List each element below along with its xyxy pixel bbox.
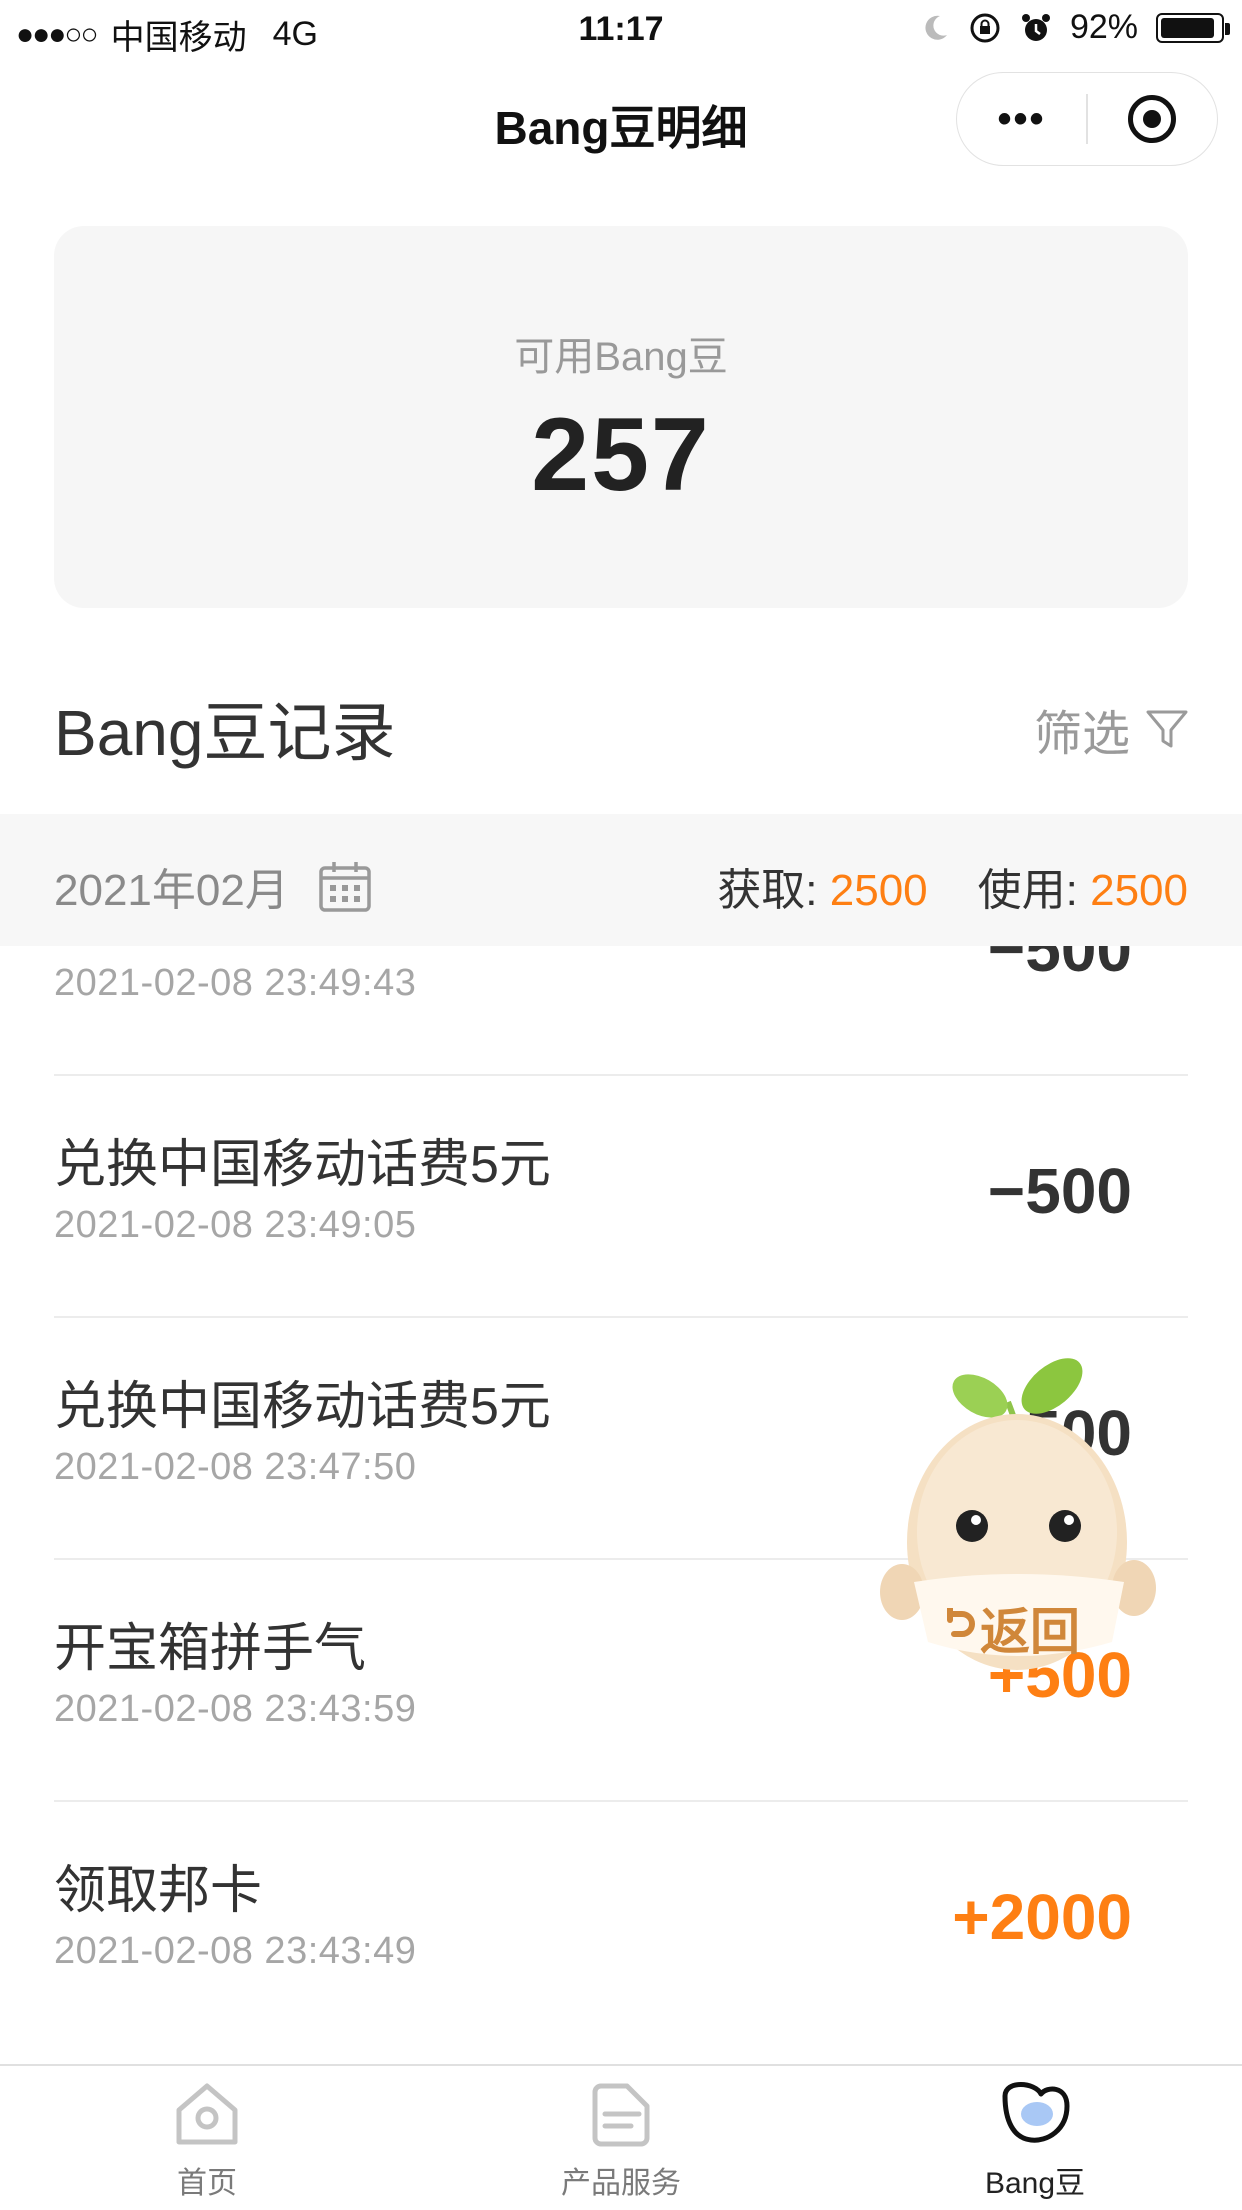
- month-picker[interactable]: 2021年02月: [54, 854, 373, 918]
- record-amount: +2000: [952, 1881, 1132, 1953]
- used-label: 使用:: [977, 866, 1091, 915]
- back-text: 返回: [980, 1604, 1080, 1660]
- status-bar: ●●●○○ 中国移动 4G 11:17 92%: [0, 0, 1242, 62]
- status-right: 92%: [920, 8, 1230, 47]
- month-totals: 获取: 2500 使用: 2500: [717, 854, 1188, 918]
- battery-percent: 92%: [1069, 8, 1138, 46]
- record-time: 2021-02-08 23:47:50: [54, 1446, 417, 1488]
- close-button[interactable]: [1088, 95, 1217, 143]
- funnel-icon: [1146, 710, 1188, 748]
- used-total: 使用: 2500: [978, 854, 1188, 918]
- battery-fill: [1161, 17, 1214, 38]
- record-name: 开宝箱拼手气: [54, 1620, 367, 1678]
- record-time: 2021-02-08 23:43:59: [54, 1688, 417, 1730]
- alarm-icon: [1021, 13, 1050, 41]
- record-name: 兑换中国移动话费5元: [54, 1378, 551, 1436]
- battery-icon: [1156, 12, 1230, 43]
- records-title: Bang豆记录: [54, 697, 396, 769]
- tab-products[interactable]: 产品服务: [414, 2066, 828, 2210]
- mascot-back-button[interactable]: 返回: [862, 1352, 1178, 1692]
- mascot-back-label: 返回: [942, 1592, 1080, 1664]
- record-name: 兑换中国移动话费5元: [54, 946, 551, 955]
- tab-home[interactable]: 首页: [0, 2066, 414, 2210]
- tab-bar: 首页 产品服务 Bang豆: [0, 2064, 1242, 2210]
- record-amount: −500: [987, 946, 1132, 985]
- month-label: 2021年02月: [54, 866, 289, 915]
- earned-label: 获取:: [717, 866, 830, 915]
- record-name: 领取邦卡: [54, 1862, 263, 1920]
- record-amount: −500: [987, 1155, 1132, 1227]
- record-time: 2021-02-08 23:49:43: [54, 962, 417, 1004]
- close-icon: [1128, 95, 1177, 143]
- list-item: 领取邦卡 2021-02-08 23:43:49 +2000: [54, 1802, 1188, 2044]
- filter-label: 筛选: [1033, 708, 1130, 761]
- tab-bang-bean[interactable]: Bang豆: [828, 2066, 1242, 2210]
- used-value: 2500: [1090, 866, 1188, 915]
- record-name: 兑换中国移动话费5元: [54, 1136, 551, 1194]
- miniprogram-capsule: •••: [956, 72, 1218, 166]
- balance-value: 257: [531, 397, 711, 513]
- balance-label: 可用Bang豆: [514, 335, 728, 379]
- balance-card: 可用Bang豆 257: [54, 226, 1188, 608]
- bean-icon: [1002, 2082, 1070, 2143]
- return-arrow-icon: [947, 1608, 975, 1637]
- home-icon: [176, 2083, 238, 2145]
- record-time: 2021-02-08 23:43:49: [54, 1930, 417, 1972]
- calendar-icon: [319, 862, 371, 912]
- nav-bar: Bang豆明细 •••: [0, 62, 1242, 182]
- rotation-lock-icon: [970, 13, 1000, 42]
- tab-products-label: 产品服务: [561, 2167, 681, 2200]
- document-icon: [592, 2083, 650, 2147]
- month-summary-bar: 2021年02月 获取: 2500 使用: 2500: [0, 814, 1242, 946]
- more-button[interactable]: •••: [957, 97, 1086, 142]
- list-item: 兑换中国移动话费5元 2021-02-08 23:49:43 −500: [54, 946, 1188, 1076]
- list-item: 兑换中国移动话费5元 2021-02-08 23:49:05 −500: [54, 1076, 1188, 1318]
- moon-icon: [925, 15, 947, 40]
- tab-home-label: 首页: [177, 2167, 237, 2200]
- earned-total: 获取: 2500: [717, 854, 927, 918]
- earned-value: 2500: [829, 866, 928, 915]
- tab-bang-bean-label: Bang豆: [984, 2167, 1086, 2200]
- filter-button[interactable]: 筛选: [1034, 694, 1190, 764]
- record-time: 2021-02-08 23:49:05: [54, 1204, 417, 1246]
